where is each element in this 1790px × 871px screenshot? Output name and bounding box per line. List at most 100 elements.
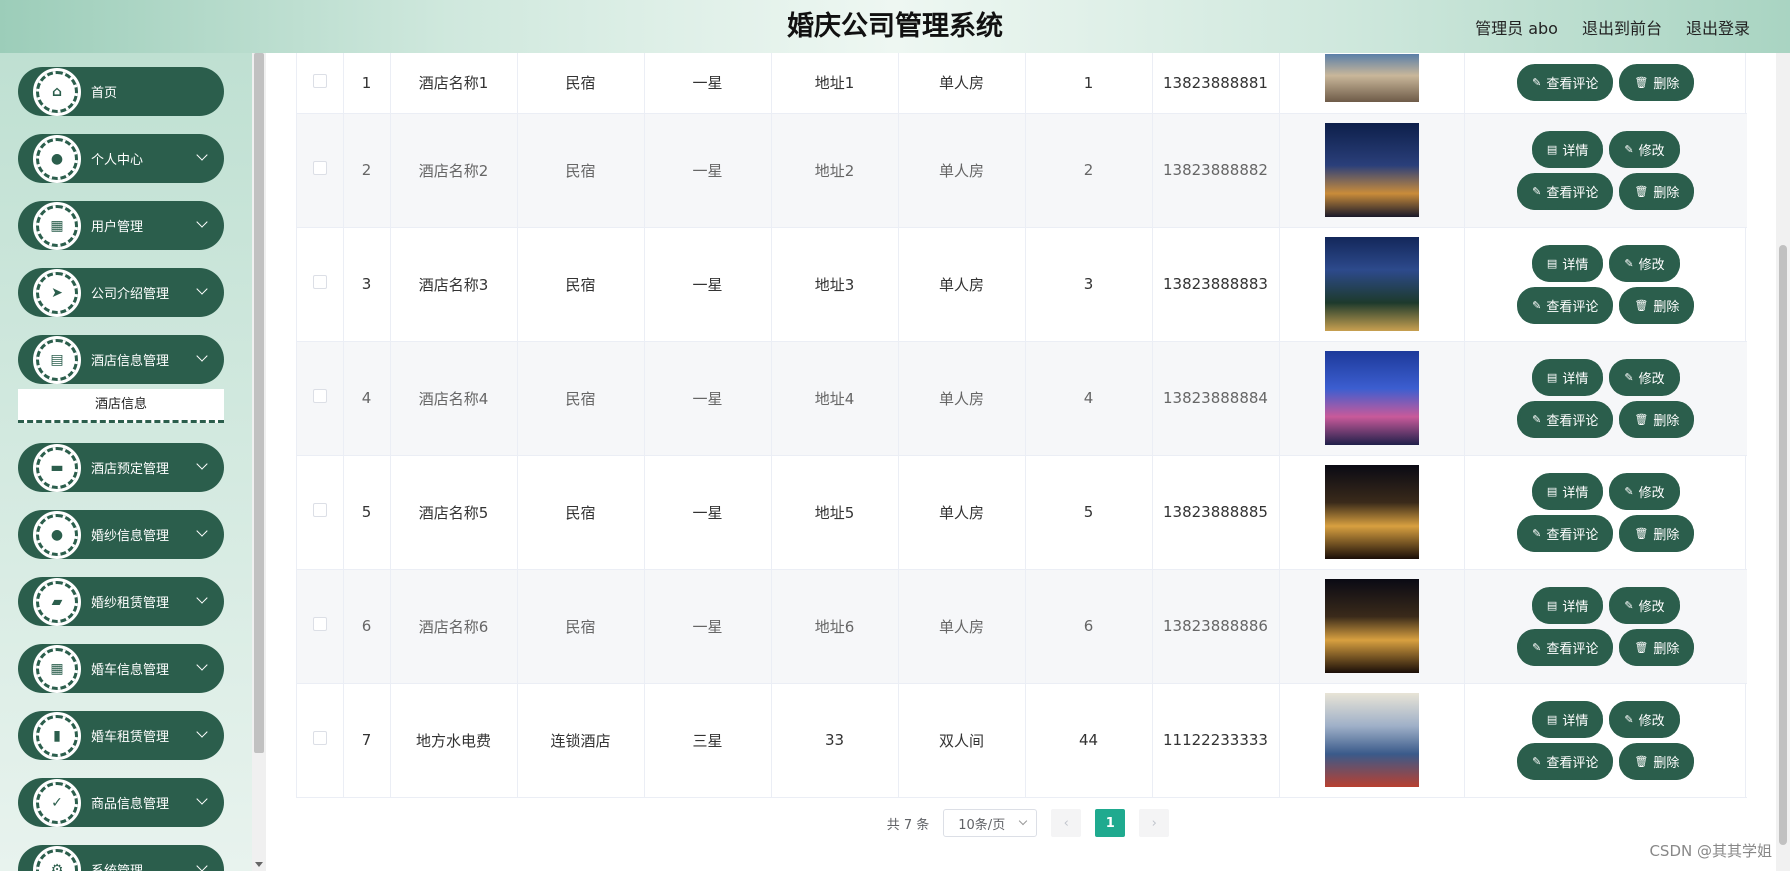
exit-to-front-link[interactable]: 退出到前台	[1582, 15, 1662, 39]
sidebar-item-company-intro[interactable]: ➤ 公司介绍管理	[18, 268, 224, 317]
table-row: 7 地方水电费 连锁酒店 三星 33 双人间 44 11122233333 ▤ 详情 ✎ 修改 ✎ 查看评…	[297, 683, 1747, 798]
detail-button[interactable]: ▤ 详情	[1531, 586, 1604, 624]
view-reviews-button[interactable]: ✎ 查看评论	[1517, 172, 1614, 210]
view-reviews-button[interactable]: ✎ 查看评论	[1517, 64, 1614, 102]
edit-button[interactable]: ✎ 修改	[1609, 586, 1680, 624]
top-header: 婚庆公司管理系统 管理员 abo 退出到前台 退出登录	[0, 0, 1790, 53]
sidebar-item-wedding-dress-rental[interactable]: ▰ 婚纱租赁管理	[18, 577, 224, 626]
detail-button[interactable]: ▤ 详情	[1531, 472, 1604, 510]
hotel-photo[interactable]	[1324, 465, 1419, 559]
row-select-cell	[297, 341, 344, 456]
sidebar-item-user-management[interactable]: ▦ 用户管理	[18, 201, 224, 250]
hotel-photo[interactable]	[1324, 693, 1419, 787]
book-icon: ▮	[33, 711, 81, 760]
delete-button[interactable]: 🗑 删除	[1619, 286, 1695, 324]
detail-button[interactable]: ▤ 详情	[1531, 244, 1604, 282]
prev-page-button[interactable]: ‹	[1051, 809, 1082, 837]
sidebar-scroll-thumb[interactable]	[254, 53, 264, 753]
main-scroll-thumb[interactable]	[1779, 245, 1787, 845]
edit-icon: ✎	[1532, 412, 1542, 426]
view-reviews-button[interactable]: ✎ 查看评论	[1517, 400, 1614, 438]
view-reviews-button[interactable]: ✎ 查看评论	[1517, 286, 1614, 324]
grid-icon: ▦	[33, 644, 81, 693]
current-user: 管理员 abo	[1475, 18, 1558, 38]
edit-icon: ✎	[1532, 754, 1542, 768]
edit-button[interactable]: ✎ 修改	[1609, 472, 1680, 510]
hotel-type-cell: 民宿	[517, 113, 645, 228]
sidebar-item-hotel-booking[interactable]: ▬ 酒店预定管理	[18, 443, 224, 492]
sidebar-item-home[interactable]: ⌂ 首页	[18, 67, 224, 116]
edit-icon: ✎	[1624, 142, 1634, 156]
star-cell: 一星	[644, 227, 772, 342]
detail-button[interactable]: ▤ 详情	[1531, 358, 1604, 396]
room-count-cell: 2	[1025, 113, 1153, 228]
sidebar-item-hotel-info[interactable]: ▤ 酒店信息管理	[18, 335, 224, 384]
delete-button[interactable]: 🗑 删除	[1619, 172, 1695, 210]
sidebar-item-wedding-car-rental[interactable]: ▮ 婚车租赁管理	[18, 711, 224, 760]
sidebar-item-system[interactable]: ⚙ 系统管理	[18, 845, 224, 871]
hotel-photo[interactable]	[1324, 237, 1419, 331]
delete-button[interactable]: 🗑 删除	[1619, 628, 1695, 666]
page-size-select[interactable]: 10条/页	[943, 809, 1038, 837]
header-links: 管理员 abo 退出到前台 退出登录	[1475, 0, 1750, 53]
star-cell: 一星	[644, 113, 772, 228]
image-cell	[1279, 569, 1465, 684]
address-cell: 地址4	[771, 341, 899, 456]
hotel-name-cell: 酒店名称1	[390, 53, 518, 114]
detail-button[interactable]: ▤ 详情	[1531, 700, 1604, 738]
delete-button[interactable]: 🗑 删除	[1619, 742, 1695, 780]
main-scrollbar[interactable]	[1776, 53, 1790, 871]
edit-icon: ✎	[1624, 712, 1634, 726]
row-checkbox[interactable]	[312, 161, 327, 175]
row-checkbox[interactable]	[312, 617, 327, 631]
view-reviews-button[interactable]: ✎ 查看评论	[1517, 742, 1614, 780]
document-icon: ▤	[1546, 256, 1558, 270]
row-checkbox[interactable]	[312, 503, 327, 517]
logout-link[interactable]: 退出登录	[1686, 15, 1750, 39]
sidebar-scrollbar[interactable]	[252, 53, 266, 871]
next-page-button[interactable]: ›	[1139, 809, 1170, 837]
row-checkbox[interactable]	[312, 275, 327, 289]
row-checkbox[interactable]	[312, 389, 327, 403]
trash-icon: 🗑	[1634, 412, 1649, 426]
chevron-down-icon	[196, 793, 208, 805]
edit-button[interactable]: ✎ 修改	[1609, 244, 1680, 282]
sidebar-item-label: 首页	[91, 86, 118, 101]
briefcase-icon: ▬	[33, 443, 81, 492]
view-reviews-button[interactable]: ✎ 查看评论	[1517, 514, 1614, 552]
row-checkbox[interactable]	[312, 73, 327, 88]
submenu-hotel-info[interactable]: 酒店信息	[18, 389, 224, 423]
delete-button[interactable]: 🗑 删除	[1619, 514, 1695, 552]
room-count-cell: 3	[1025, 227, 1153, 342]
sidebar-item-goods-info[interactable]: ✓ 商品信息管理	[18, 778, 224, 827]
sidebar-item-wedding-car-info[interactable]: ▦ 婚车信息管理	[18, 644, 224, 693]
delete-button[interactable]: 🗑 删除	[1619, 64, 1695, 102]
hotel-name-cell: 酒店名称5	[390, 455, 518, 570]
edit-button[interactable]: ✎ 修改	[1609, 700, 1680, 738]
image-cell	[1279, 455, 1465, 570]
send-icon: ➤	[33, 268, 81, 317]
row-checkbox[interactable]	[312, 731, 327, 745]
hotel-photo[interactable]	[1324, 351, 1419, 445]
page-number-button[interactable]: 1	[1095, 809, 1126, 837]
hotel-photo[interactable]	[1324, 123, 1419, 217]
detail-button[interactable]: ▤ 详情	[1531, 130, 1604, 168]
star-cell: 三星	[644, 683, 772, 798]
phone-cell: 13823888885	[1152, 455, 1280, 570]
table-row: 1 酒店名称1 民宿 一星 地址1 单人房 1 13823888881 ✎ 查看评论 🗑 删除	[297, 53, 1747, 114]
hotel-photo[interactable]	[1324, 579, 1419, 673]
trash-icon: 🗑	[1634, 298, 1649, 312]
phone-cell: 13823888883	[1152, 227, 1280, 342]
chevron-down-icon	[196, 283, 208, 295]
hotel-type-cell: 民宿	[517, 341, 645, 456]
clipboard-icon: ▤	[33, 335, 81, 384]
room-count-cell: 6	[1025, 569, 1153, 684]
hotel-photo[interactable]	[1324, 53, 1419, 102]
scroll-down-arrow-icon[interactable]	[255, 862, 263, 867]
view-reviews-button[interactable]: ✎ 查看评论	[1517, 628, 1614, 666]
edit-button[interactable]: ✎ 修改	[1609, 130, 1680, 168]
edit-button[interactable]: ✎ 修改	[1609, 358, 1680, 396]
sidebar-item-personal-center[interactable]: ● 个人中心	[18, 134, 224, 183]
delete-button[interactable]: 🗑 删除	[1619, 400, 1695, 438]
sidebar-item-wedding-dress-info[interactable]: ● 婚纱信息管理	[18, 510, 224, 559]
